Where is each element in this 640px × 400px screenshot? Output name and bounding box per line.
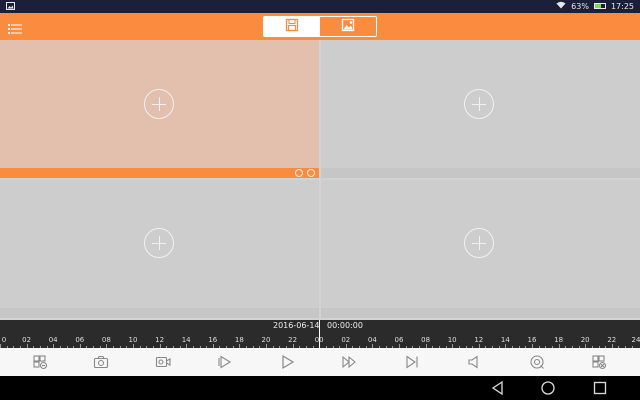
back-icon[interactable]: [490, 380, 506, 396]
next-frame-icon[interactable]: [403, 353, 421, 371]
timeline-hour-label: 20: [261, 336, 271, 344]
timeline-hour-label: 02: [22, 336, 32, 344]
battery-percent: 63%: [571, 1, 589, 11]
cell-2-status-strip: [321, 168, 640, 178]
timeline-hour-label: 22: [607, 336, 617, 344]
wifi-icon: [556, 1, 566, 11]
menu-icon[interactable]: [8, 20, 22, 34]
clock: 17:25: [610, 1, 634, 11]
timeline-hour-label: 24: [631, 336, 640, 344]
timeline-hour-label: 22: [288, 336, 298, 344]
timeline-hour-label: 08: [101, 336, 111, 344]
timeline-hour-label: 04: [48, 336, 58, 344]
timeline-ruler[interactable]: 0020406081012141618202200020406081012141…: [0, 334, 640, 348]
timeline-hour-label: 14: [500, 336, 510, 344]
home-icon[interactable]: [540, 380, 556, 396]
timeline-time: 00:00:00: [327, 321, 363, 330]
timeline-hour-label: 10: [447, 336, 457, 344]
top-toolbar: [0, 13, 640, 40]
timeline-hour-label: 0: [1, 336, 7, 344]
add-circle-icon[interactable]: [464, 228, 494, 258]
camera-icon[interactable]: [92, 353, 110, 371]
cell-4-status-strip: [321, 308, 640, 318]
picture-icon: [341, 17, 355, 36]
timeline-hour-label: 16: [208, 336, 218, 344]
picture-view-tab[interactable]: [320, 17, 376, 36]
add-circle-icon[interactable]: [464, 89, 494, 119]
timeline-hour-label: 20: [580, 336, 590, 344]
recents-icon[interactable]: [592, 380, 608, 396]
timeline-cursor[interactable]: [319, 320, 320, 348]
timeline-hour-label: 12: [155, 336, 165, 344]
image-icon: [6, 2, 15, 12]
add-circle-icon[interactable]: [144, 228, 174, 258]
timeline-hour-label: 18: [554, 336, 564, 344]
timeline-hour-label: 18: [234, 336, 244, 344]
close-circle-icon[interactable]: [295, 169, 303, 177]
system-nav-bar: [0, 376, 640, 400]
playback-controls: [0, 348, 640, 376]
search-record-icon[interactable]: [528, 353, 546, 371]
timeline-hour-label: 14: [181, 336, 191, 344]
timeline-hour-label: 10: [128, 336, 138, 344]
channel-list-icon[interactable]: [31, 353, 49, 371]
timeline-hour-label: 08: [421, 336, 431, 344]
timeline-hour-label: 06: [75, 336, 85, 344]
playback-timeline[interactable]: 2016-06-14 00:00:00 0 02 04 06 08 10 12 14 16 18 2…: [0, 320, 640, 348]
view-switch: [263, 16, 377, 37]
timeline-hour-label: 02: [341, 336, 351, 344]
fast-forward-icon[interactable]: [340, 353, 358, 371]
video-cell-2[interactable]: [321, 40, 640, 168]
video-cell-1[interactable]: [0, 40, 319, 168]
status-bar: 63% 17:25: [0, 0, 640, 13]
cell-1-status-strip: [0, 168, 319, 178]
close-channel-icon[interactable]: [590, 353, 608, 371]
play-icon[interactable]: [278, 353, 296, 371]
cell-3-status-strip: [0, 308, 319, 318]
video-cell-3[interactable]: [0, 180, 319, 308]
battery-icon: [593, 3, 606, 9]
video-grid: [0, 40, 640, 321]
video-file-icon: [285, 17, 299, 36]
add-circle-icon[interactable]: [144, 89, 174, 119]
timeline-date: 2016-06-14: [273, 321, 320, 330]
timeline-hour-label: 06: [394, 336, 404, 344]
volume-icon[interactable]: [466, 353, 484, 371]
video-cell-4[interactable]: [321, 180, 640, 308]
record-video-icon[interactable]: [154, 353, 172, 371]
timeline-hour-label: 12: [474, 336, 484, 344]
timeline-hour-label: 04: [367, 336, 377, 344]
settings-circle-icon[interactable]: [307, 169, 315, 177]
video-view-tab[interactable]: [264, 17, 320, 36]
play-slow-icon[interactable]: [216, 353, 234, 371]
timeline-hour-label: 16: [527, 336, 537, 344]
